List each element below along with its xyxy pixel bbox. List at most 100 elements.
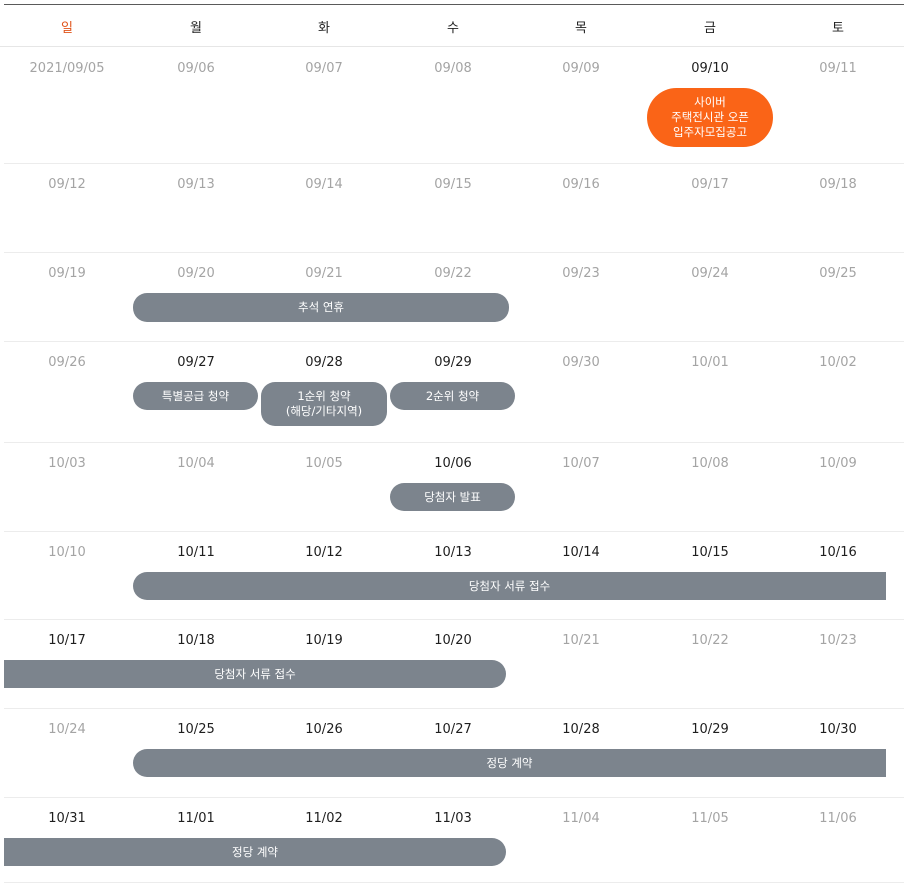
week-row: 10/31 11/01 11/02 11/03 11/04 11/05 11/06 정당 계약: [4, 797, 904, 883]
date-cell[interactable]: 11/03: [408, 811, 498, 826]
date-cell[interactable]: 09/17: [665, 177, 755, 192]
event-bar[interactable]: 정당 계약: [133, 749, 886, 777]
weekday-fri: 금: [704, 21, 716, 36]
date-cell[interactable]: 11/06: [793, 811, 883, 826]
date-cell[interactable]: 10/15: [665, 545, 755, 560]
date-cell[interactable]: 09/23: [536, 266, 626, 281]
date-cell[interactable]: 2021/09/05: [22, 61, 112, 76]
date-cell[interactable]: 10/13: [408, 545, 498, 560]
weekday-wed: 수: [447, 21, 459, 36]
weekday-mon: 월: [190, 21, 202, 36]
date-cell[interactable]: 09/16: [536, 177, 626, 192]
date-cell[interactable]: 10/21: [536, 633, 626, 648]
week-row: 10/03 10/04 10/05 10/06 10/07 10/08 10/09 당첨자 발…: [4, 442, 904, 532]
date-cell[interactable]: 09/26: [22, 355, 112, 370]
date-cell[interactable]: 10/14: [536, 545, 626, 560]
date-cell[interactable]: 09/07: [279, 61, 369, 76]
date-cell[interactable]: 09/22: [408, 266, 498, 281]
date-cell[interactable]: 10/20: [408, 633, 498, 648]
week-row: 10/17 10/18 10/19 10/20 10/21 10/22 10/23 당첨자 서…: [4, 619, 904, 709]
date-cell[interactable]: 09/14: [279, 177, 369, 192]
weekday-sun: 일: [61, 21, 73, 36]
date-cell[interactable]: 09/29: [408, 355, 498, 370]
date-cell[interactable]: 10/12: [279, 545, 369, 560]
weekday-thu: 목: [575, 21, 587, 36]
date-cell[interactable]: 11/05: [665, 811, 755, 826]
date-cell[interactable]: 09/20: [151, 266, 241, 281]
date-cell[interactable]: 10/25: [151, 722, 241, 737]
weekday-sat: 토: [832, 21, 844, 36]
event-label: 당첨자 서류 접수: [214, 666, 296, 681]
date-cell[interactable]: 10/24: [22, 722, 112, 737]
event-bar[interactable]: 2순위 청약: [390, 382, 515, 410]
date-cell[interactable]: 09/19: [22, 266, 112, 281]
date-cell[interactable]: 10/05: [279, 456, 369, 471]
date-cell[interactable]: 11/01: [151, 811, 241, 826]
date-cell[interactable]: 10/16: [793, 545, 883, 560]
week-row: 10/24 10/25 10/26 10/27 10/28 10/29 10/30 정당 계약: [4, 708, 904, 798]
weekday-header: 일 월 화 수 목 금 토: [0, 5, 904, 47]
date-cell[interactable]: 10/26: [279, 722, 369, 737]
date-cell[interactable]: 09/24: [665, 266, 755, 281]
date-cell[interactable]: 10/11: [151, 545, 241, 560]
event-bar[interactable]: 추석 연휴: [133, 293, 509, 322]
event-label: 2순위 청약: [425, 388, 480, 403]
date-cell[interactable]: 09/21: [279, 266, 369, 281]
date-cell[interactable]: 09/30: [536, 355, 626, 370]
event-label: 특별공급 청약: [161, 388, 230, 403]
week-row: 09/26 09/27 09/28 09/29 09/30 10/01 10/02 특별공급 …: [4, 341, 904, 443]
event-label: 1순위 청약 (해당/기타지역): [285, 389, 363, 418]
weekday-tue: 화: [318, 21, 330, 36]
event-label: 정당 계약: [232, 844, 278, 859]
date-cell[interactable]: 10/09: [793, 456, 883, 471]
date-cell[interactable]: 10/04: [151, 456, 241, 471]
date-cell[interactable]: 09/10: [665, 61, 755, 76]
date-cell[interactable]: 09/09: [536, 61, 626, 76]
date-cell[interactable]: 10/28: [536, 722, 626, 737]
event-bar[interactable]: 당첨자 서류 접수: [133, 572, 886, 600]
event-label: 사이버 주택전시관 오픈 입주자모집공고: [671, 95, 749, 139]
date-cell[interactable]: 10/17: [22, 633, 112, 648]
week-row: 09/12 09/13 09/14 09/15 09/16 09/17 09/18: [4, 163, 904, 253]
date-cell[interactable]: 10/27: [408, 722, 498, 737]
date-cell[interactable]: 09/28: [279, 355, 369, 370]
event-bar[interactable]: 사이버 주택전시관 오픈 입주자모집공고: [647, 88, 773, 147]
date-cell[interactable]: 10/31: [22, 811, 112, 826]
date-cell[interactable]: 09/25: [793, 266, 883, 281]
date-cell[interactable]: 10/29: [665, 722, 755, 737]
event-label: 당첨자 서류 접수: [468, 578, 551, 593]
date-cell[interactable]: 10/10: [22, 545, 112, 560]
date-cell[interactable]: 09/27: [151, 355, 241, 370]
event-bar[interactable]: 1순위 청약 (해당/기타지역): [261, 382, 387, 426]
event-label: 추석 연휴: [298, 300, 344, 314]
week-row: 09/19 09/20 09/21 09/22 09/23 09/24 09/25 추석 연휴: [4, 252, 904, 342]
date-cell[interactable]: 09/08: [408, 61, 498, 76]
week-row: 10/10 10/11 10/12 10/13 10/14 10/15 10/16 당첨자 서…: [4, 531, 904, 620]
event-bar[interactable]: 당첨자 발표: [390, 483, 515, 511]
event-bar[interactable]: 당첨자 서류 접수: [4, 660, 506, 688]
date-cell[interactable]: 09/18: [793, 177, 883, 192]
date-cell[interactable]: 09/15: [408, 177, 498, 192]
date-cell[interactable]: 10/01: [665, 355, 755, 370]
date-cell[interactable]: 09/12: [22, 177, 112, 192]
event-label: 당첨자 발표: [424, 489, 481, 504]
date-cell[interactable]: 09/11: [793, 61, 883, 76]
date-cell[interactable]: 10/30: [793, 722, 883, 737]
date-cell[interactable]: 10/02: [793, 355, 883, 370]
event-label: 정당 계약: [486, 755, 533, 770]
date-cell[interactable]: 10/22: [665, 633, 755, 648]
date-cell[interactable]: 10/06: [408, 456, 498, 471]
date-cell[interactable]: 11/04: [536, 811, 626, 826]
week-row: 2021/09/05 09/06 09/07 09/08 09/09 09/10 09/11…: [4, 47, 904, 164]
date-cell[interactable]: 10/03: [22, 456, 112, 471]
date-cell[interactable]: 10/07: [536, 456, 626, 471]
date-cell[interactable]: 09/06: [151, 61, 241, 76]
date-cell[interactable]: 10/23: [793, 633, 883, 648]
date-cell[interactable]: 11/02: [279, 811, 369, 826]
date-cell[interactable]: 10/18: [151, 633, 241, 648]
date-cell[interactable]: 10/08: [665, 456, 755, 471]
date-cell[interactable]: 09/13: [151, 177, 241, 192]
event-bar[interactable]: 특별공급 청약: [133, 382, 258, 410]
event-bar[interactable]: 정당 계약: [4, 838, 506, 866]
date-cell[interactable]: 10/19: [279, 633, 369, 648]
